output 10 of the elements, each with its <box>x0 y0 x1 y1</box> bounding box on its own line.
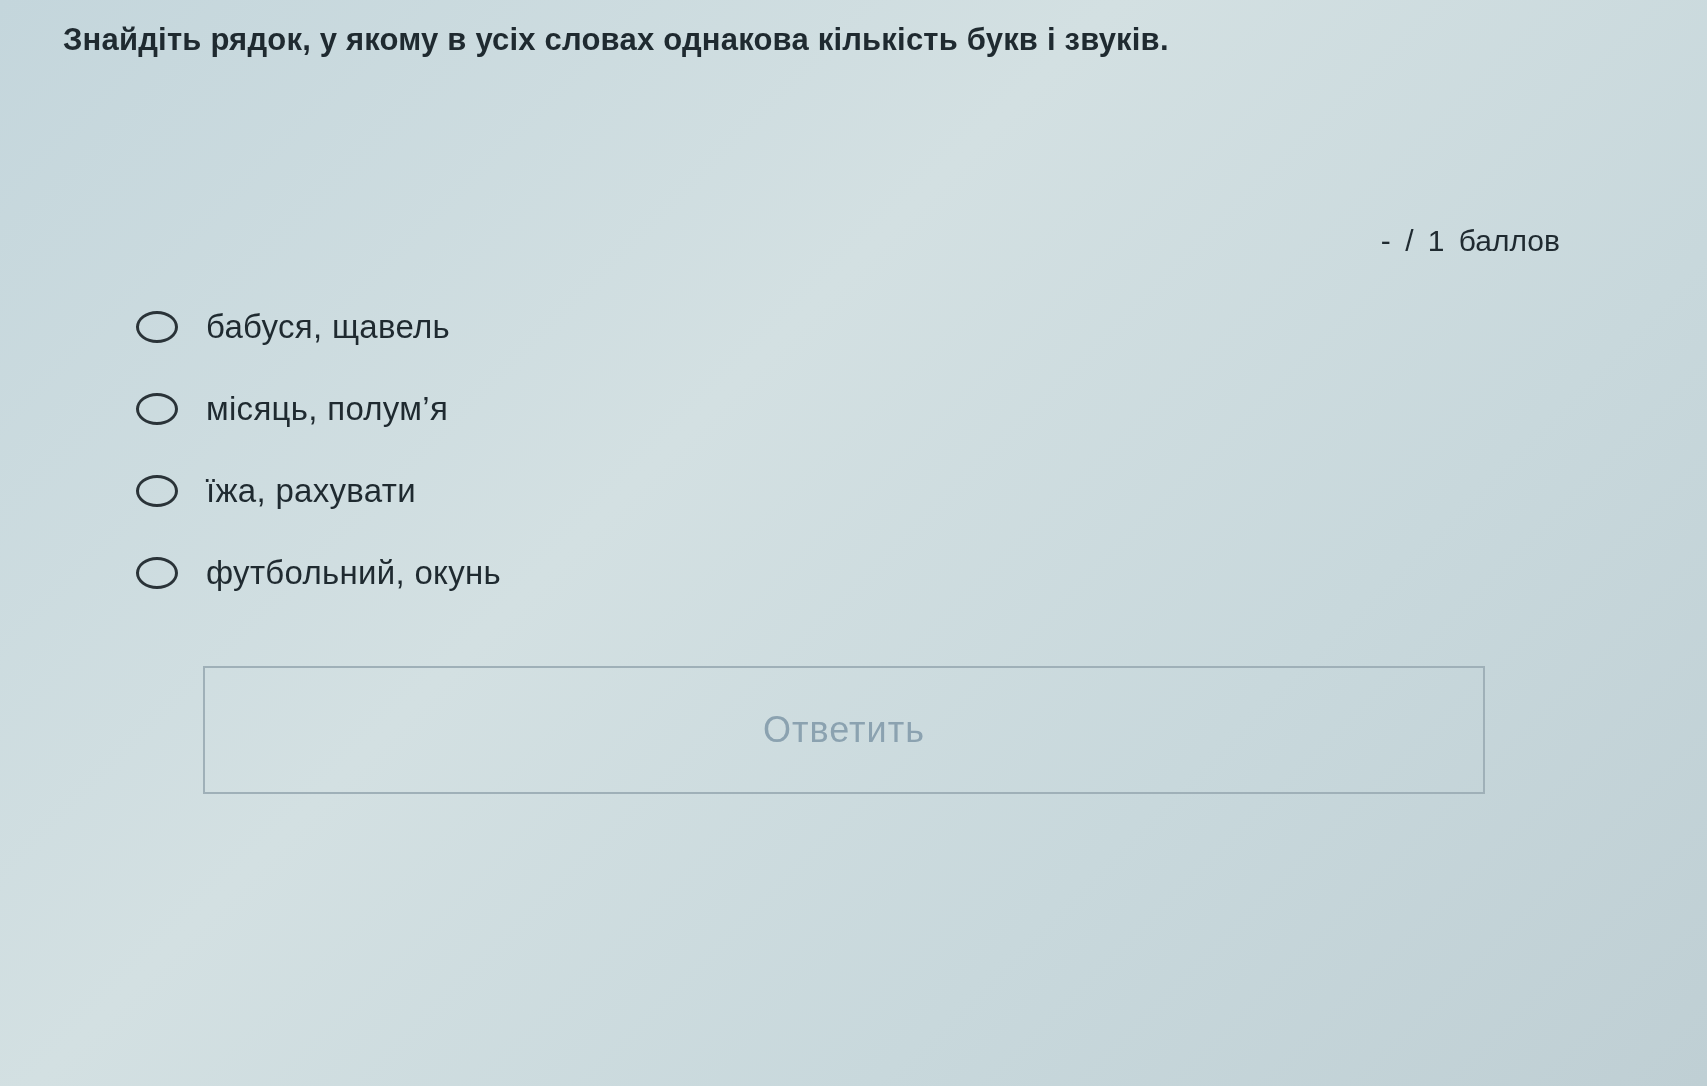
radio-button[interactable] <box>136 557 178 589</box>
radio-button[interactable] <box>136 311 178 343</box>
option-label: футбольний, окунь <box>206 554 501 592</box>
question-text: Знайдіть рядок, у якому в усіх словах однакова кількість букв і звуків. <box>63 22 1170 58</box>
option-label: бабуся, щавель <box>206 308 451 346</box>
option-label: їжа, рахувати <box>206 472 416 510</box>
radio-button[interactable] <box>136 393 178 425</box>
points-label: - / 1 баллов <box>1380 224 1560 258</box>
radio-button[interactable] <box>136 475 178 507</box>
option-label: місяць, полум’я <box>206 390 449 428</box>
